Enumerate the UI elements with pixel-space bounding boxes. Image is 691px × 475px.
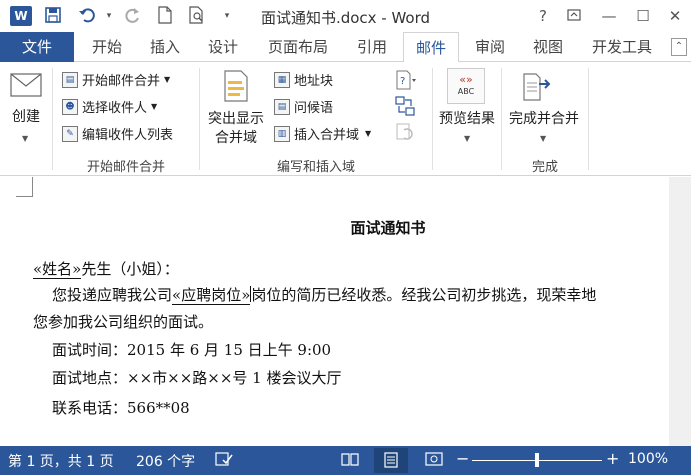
abc-label: ABC xyxy=(457,87,475,96)
read-mode-icon[interactable] xyxy=(340,451,360,469)
preview-dropdown-icon[interactable]: ▼ xyxy=(464,134,470,143)
body-text-a: 您投递应聘我公司 xyxy=(52,286,173,304)
tab-home[interactable]: 开始 xyxy=(80,32,134,62)
web-layout-icon[interactable] xyxy=(424,451,444,469)
highlight-label-line2: 合并域 xyxy=(215,130,257,146)
finish-merge-button[interactable]: 完成并合并 xyxy=(502,110,586,129)
greeting-text: 先生（小姐）： xyxy=(81,260,179,278)
ribbon-separator xyxy=(432,68,433,170)
envelope-icon[interactable] xyxy=(10,72,42,98)
doc-line-interview-location[interactable]: 面试地点：××市××路××号 1 楼会议大厅 xyxy=(52,367,342,388)
document-title[interactable]: 面试通知书 xyxy=(0,217,691,238)
document-canvas[interactable]: 面试通知书 «姓名»先生（小姐）： 您投递应聘我公司«应聘岗位»岗位的简历已经收… xyxy=(0,177,691,446)
create-button[interactable]: 创建 xyxy=(6,108,46,127)
preview-results-icon[interactable]: «» ABC xyxy=(447,68,485,104)
finish-merge-dropdown-icon[interactable]: ▼ xyxy=(540,134,546,143)
merge-field-position[interactable]: «应聘岗位» xyxy=(172,286,251,305)
body-text-b: 岗位的简历已经收悉。经我公司初步挑选，现荣幸地 xyxy=(251,286,597,304)
start-mail-merge-button[interactable]: ▤ 开始邮件合并 ▼ xyxy=(62,70,170,89)
address-block-button[interactable]: ▦ 地址块 xyxy=(274,70,333,89)
insert-merge-field-button[interactable]: ▥ 插入合并域 ▼ xyxy=(274,124,371,143)
preview-results-button[interactable]: 预览结果 xyxy=(434,110,500,129)
tab-layout[interactable]: 页面布局 xyxy=(258,32,338,62)
minimize-button[interactable]: — xyxy=(596,5,622,27)
close-button[interactable]: ✕ xyxy=(662,5,688,27)
doc-line-body-2[interactable]: 您参加我公司组织的面试。 xyxy=(33,311,213,332)
chevron-down-icon: ▼ xyxy=(164,75,171,84)
address-block-label: 地址块 xyxy=(294,74,334,89)
tab-view[interactable]: 视图 xyxy=(520,32,576,62)
create-dropdown-icon[interactable]: ▼ xyxy=(22,134,28,143)
tab-review[interactable]: 审阅 xyxy=(462,32,518,62)
insert-merge-field-label: 插入合并域 xyxy=(294,128,360,143)
greeting-line-icon: ▤ xyxy=(274,98,290,115)
tab-mailings[interactable]: 邮件 xyxy=(403,32,459,63)
ribbon-separator xyxy=(52,68,53,170)
ribbon-separator xyxy=(588,68,589,170)
doc-line-interview-time[interactable]: 面试时间：2015 年 6 月 15 日上午 9:00 xyxy=(52,339,331,360)
doc-line-greeting[interactable]: «姓名»先生（小姐）： xyxy=(33,258,179,279)
group-label-finish: 完成 xyxy=(531,160,558,175)
zoom-out-button[interactable]: − xyxy=(456,449,469,468)
highlight-merge-fields-button[interactable]: 突出显示 合并域 xyxy=(204,110,268,148)
edit-recipient-list-button[interactable]: ✎ 编辑收件人列表 xyxy=(62,124,173,143)
collapse-ribbon-icon[interactable]: ⌃ xyxy=(671,38,687,56)
ribbon-separator xyxy=(199,68,200,170)
chevron-down-icon: ▼ xyxy=(151,102,158,111)
highlight-merge-fields-icon[interactable] xyxy=(222,70,250,102)
ribbon-tabs: 文件 开始 插入 设计 页面布局 引用 邮件 审阅 视图 开发工具 ⌃ xyxy=(0,32,691,63)
chevron-down-icon: ▼ xyxy=(365,129,372,138)
ribbon-display-options-icon[interactable] xyxy=(561,5,587,27)
select-recipients-button[interactable]: ☻ 选择收件人 ▼ xyxy=(62,97,157,116)
edit-list-icon: ✎ xyxy=(62,125,78,142)
document-merge-icon: ▤ xyxy=(62,71,78,88)
tab-design[interactable]: 设计 xyxy=(196,32,250,62)
maximize-button[interactable]: ☐ xyxy=(630,5,656,27)
recipients-icon: ☻ xyxy=(62,98,78,115)
rules-icon[interactable]: ? xyxy=(395,70,417,90)
update-labels-icon[interactable] xyxy=(395,122,415,142)
word-count[interactable]: 206 个字 xyxy=(136,451,195,471)
merge-field-name[interactable]: «姓名» xyxy=(33,260,82,279)
edit-recipient-list-label: 编辑收件人列表 xyxy=(82,128,174,143)
select-recipients-label: 选择收件人 xyxy=(82,101,148,116)
tab-developer[interactable]: 开发工具 xyxy=(582,32,662,62)
vertical-scrollbar[interactable] xyxy=(669,177,691,446)
tab-references[interactable]: 引用 xyxy=(344,32,400,62)
tab-file[interactable]: 文件 xyxy=(0,32,74,62)
group-label-write-insert: 编写和插入域 xyxy=(276,160,355,175)
insert-merge-field-icon: ▥ xyxy=(274,125,290,142)
greeting-line-label: 问候语 xyxy=(294,101,334,116)
tab-insert[interactable]: 插入 xyxy=(138,32,192,62)
doc-line-body-1[interactable]: 您投递应聘我公司«应聘岗位»岗位的简历已经收悉。经我公司初步挑选，现荣幸地 xyxy=(52,284,596,305)
ribbon: 创建 ▼ ▤ 开始邮件合并 ▼ ☻ 选择收件人 ▼ ✎ 编辑收件人列表 开始邮件… xyxy=(0,62,691,176)
svg-text:?: ? xyxy=(400,76,405,87)
zoom-level[interactable]: 100% xyxy=(628,451,668,467)
highlight-label-line1: 突出显示 xyxy=(208,111,264,127)
address-block-icon: ▦ xyxy=(274,71,290,88)
start-mail-merge-label: 开始邮件合并 xyxy=(82,74,161,89)
margin-corner-mark xyxy=(16,177,33,197)
page-count[interactable]: 第 1 页，共 1 页 xyxy=(8,451,114,471)
zoom-slider-thumb[interactable] xyxy=(535,453,539,467)
title-bar: W ▾ ▾ 面试通知书.docx - Word ? — ☐ ✕ xyxy=(0,0,691,32)
doc-line-phone[interactable]: 联系电话：566**08 xyxy=(52,397,190,418)
finish-merge-icon[interactable] xyxy=(522,70,552,102)
proofing-icon[interactable] xyxy=(214,451,234,469)
window-title: 面试通知书.docx - Word xyxy=(260,9,431,27)
group-label-start-mail-merge: 开始邮件合并 xyxy=(86,160,165,175)
greeting-line-button[interactable]: ▤ 问候语 xyxy=(274,97,333,116)
match-fields-icon[interactable] xyxy=(395,96,415,116)
zoom-in-button[interactable]: + xyxy=(606,449,619,468)
status-bar: 第 1 页，共 1 页 206 个字 − + 100% xyxy=(0,446,691,475)
print-layout-icon[interactable] xyxy=(374,448,408,473)
help-button[interactable]: ? xyxy=(530,5,556,27)
